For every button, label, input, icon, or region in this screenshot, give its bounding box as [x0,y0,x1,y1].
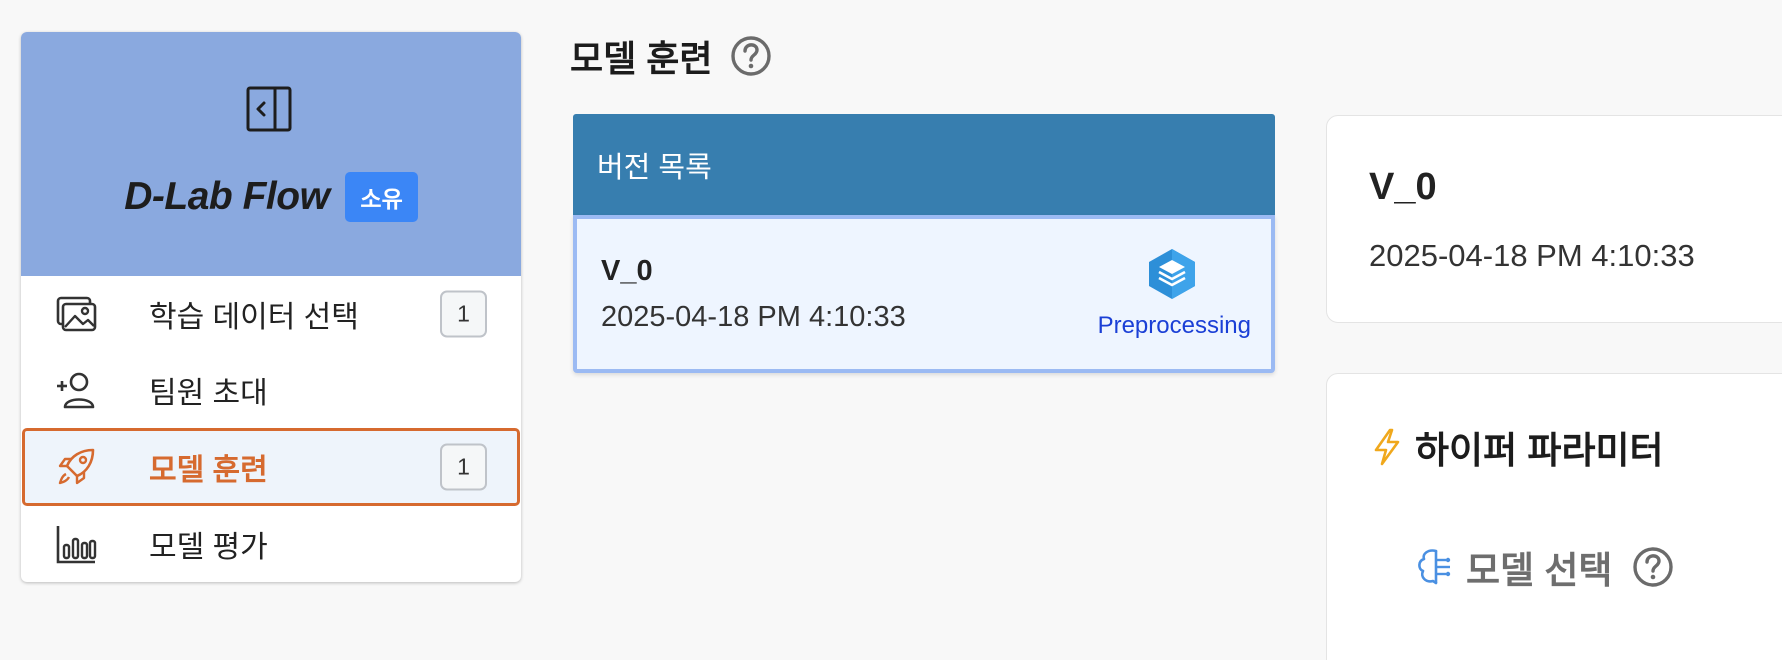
sidebar-item-label: 모델 평가 [149,531,268,564]
brand-row: D-Lab Flow 소유 [21,172,521,222]
version-list-header: 버전 목록 [573,114,1275,215]
model-select[interactable]: 모델 선택 [1416,540,1674,594]
count-badge: 1 [440,443,487,491]
hyperparameter-card: 하이퍼 파라미터 모델 선택 [1326,373,1782,660]
detail-version-date: 2025-04-18 PM 4:10:33 [1369,238,1695,273]
help-icon[interactable] [1632,546,1674,588]
user-plus-icon [55,369,97,411]
hyperparameter-title: 하이퍼 파라미터 [1415,430,1664,471]
hyperparameter-header: 하이퍼 파라미터 [1371,420,1664,474]
count-badge: 1 [440,290,487,338]
sidebar-item-training-data[interactable]: 학습 데이터 선택 1 [22,276,520,352]
version-status: Preprocessing [1097,312,1251,339]
sidebar-item-label: 모델 훈련 [149,454,268,487]
lightning-icon [1374,428,1400,466]
detail-version-name: V_0 [1369,166,1437,208]
brain-icon [1418,549,1451,585]
version-date: 2025-04-18 PM 4:10:33 [601,301,906,333]
sidebar: D-Lab Flow 소유 학습 데이터 선택 1 팀원 초대 모델 훈련 1 … [21,32,521,582]
collapse-sidebar-button[interactable] [244,84,294,134]
layers-icon [1149,249,1195,299]
help-icon[interactable] [730,35,772,77]
brand-name: D-Lab Flow [124,175,330,218]
sidebar-item-model-evaluation[interactable]: 모델 평가 [22,506,520,582]
version-list: 버전 목록 V_0 2025-04-18 PM 4:10:33 Preproce… [573,114,1275,374]
page-title: 모델 훈련 [570,38,713,79]
ownership-badge: 소유 [345,172,418,222]
bar-chart-icon [55,523,97,565]
sidebar-item-model-training[interactable]: 모델 훈련 1 [22,428,520,506]
rocket-icon [55,446,97,488]
images-icon [55,293,97,335]
version-name: V_0 [601,255,653,287]
sidebar-item-label: 학습 데이터 선택 [149,301,359,334]
sidebar-item-invite-members[interactable]: 팀원 초대 [22,352,520,428]
app-root: D-Lab Flow 소유 학습 데이터 선택 1 팀원 초대 모델 훈련 1 … [0,0,1782,660]
version-card[interactable]: V_0 2025-04-18 PM 4:10:33 Preprocessing [573,215,1275,373]
sidebar-nav: 학습 데이터 선택 1 팀원 초대 모델 훈련 1 모델 평가 [21,276,521,582]
sidebar-header: D-Lab Flow 소유 [21,32,521,276]
version-detail-card: V_0 2025-04-18 PM 4:10:33 [1326,115,1782,323]
page-header: 모델 훈련 [570,30,772,82]
sidebar-item-label: 팀원 초대 [149,377,268,410]
collapse-sidebar-icon [246,86,292,132]
model-select-label: 모델 선택 [1466,550,1613,591]
